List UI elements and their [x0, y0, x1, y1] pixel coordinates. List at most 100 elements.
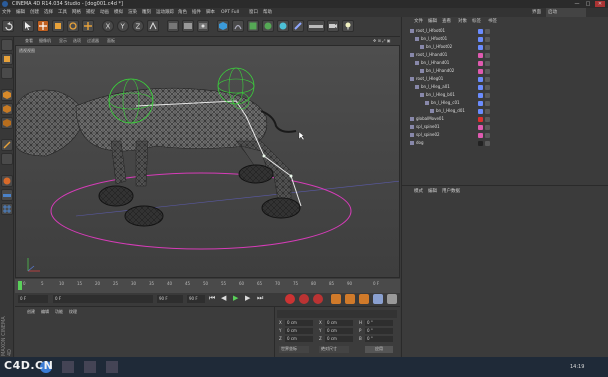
vp-menu-display[interactable]: 显示 [59, 37, 67, 45]
vp-menu-view[interactable]: 查看 [25, 37, 33, 45]
texture-mode-icon[interactable] [1, 67, 13, 79]
object-row[interactable]: spl_spine02 [406, 131, 606, 139]
workplane-icon[interactable] [1, 189, 13, 201]
object-row[interactable]: dog [406, 139, 606, 147]
vp-nav-icons[interactable]: ✥ ⊞ ⤢ ▣ [373, 37, 391, 45]
array-icon[interactable] [262, 20, 274, 32]
rotate-tool-icon[interactable] [67, 20, 79, 32]
mat-menu-texture[interactable]: 纹理 [69, 309, 77, 315]
step-forward-icon[interactable]: ▶ [245, 294, 250, 302]
transform-tool-icon[interactable] [82, 20, 94, 32]
rot-b-field[interactable]: 0 ° [365, 336, 393, 342]
light-icon[interactable] [342, 20, 354, 32]
object-row[interactable]: bn_l_Hleg_d01 [406, 107, 606, 115]
visibility-tag[interactable] [485, 84, 490, 90]
om-tab-file[interactable]: 文件 [414, 17, 423, 26]
om-tab-view[interactable]: 查看 [442, 17, 451, 26]
visibility-tag[interactable] [485, 28, 490, 34]
object-row[interactable]: spl_spine01 [406, 123, 606, 131]
object-row[interactable]: bn_l_Hleg_a01 [406, 83, 606, 91]
floor-icon[interactable] [307, 20, 325, 32]
vp-menu-cameras[interactable]: 摄像机 [39, 37, 51, 45]
object-row[interactable]: bn_l_Hhand02 [406, 67, 606, 75]
menu-select[interactable]: 选择 [44, 8, 53, 17]
playhead[interactable] [18, 281, 22, 290]
start-frame-field[interactable]: 0 F [53, 295, 153, 303]
key-position-icon[interactable] [331, 294, 341, 304]
step-back-icon[interactable]: ◀ [221, 294, 226, 302]
key-param-icon[interactable] [373, 294, 383, 304]
taskbar-app-icon[interactable] [106, 361, 118, 373]
visibility-tag[interactable] [485, 52, 490, 58]
menu-sculpt[interactable]: 雕刻 [142, 8, 151, 17]
record-icon[interactable] [285, 294, 295, 304]
visibility-tag[interactable] [485, 132, 490, 138]
menu-script[interactable]: 脚本 [206, 8, 215, 17]
visibility-tag[interactable] [485, 116, 490, 122]
object-row[interactable]: root_l_Hleg01 [406, 75, 606, 83]
object-row[interactable]: root_l_Hfoot01 [406, 27, 606, 35]
object-row[interactable]: bn_l_Hfoot01 [406, 35, 606, 43]
y-axis-lock-icon[interactable]: Y [117, 20, 129, 32]
rot-h-field[interactable]: 0 ° [365, 320, 393, 326]
close-button[interactable]: ✕ [595, 1, 605, 7]
undo-icon[interactable] [2, 20, 14, 32]
menu-snap[interactable]: 捕捉 [86, 8, 95, 17]
menu-motion-tracking[interactable]: 运动跟踪 [156, 8, 174, 17]
attr-tab-mode[interactable]: 模式 [414, 187, 423, 196]
max-frame-field[interactable]: 90 F [187, 295, 205, 303]
object-row[interactable]: root_l_Hhand01 [406, 51, 606, 59]
visibility-tag[interactable] [485, 140, 490, 146]
deformer-icon[interactable] [277, 20, 289, 32]
visibility-tag[interactable] [485, 60, 490, 66]
visibility-tag[interactable] [485, 108, 490, 114]
visibility-tag[interactable] [485, 100, 490, 106]
tweak-mode-icon[interactable] [1, 153, 13, 165]
menu-window[interactable]: 窗口 [249, 8, 258, 17]
x-axis-lock-icon[interactable]: X [102, 20, 114, 32]
menu-character[interactable]: 角色 [178, 8, 187, 17]
pos-z-field[interactable]: 0 cm [285, 336, 313, 342]
visibility-tag[interactable] [485, 68, 490, 74]
object-row[interactable]: bn_l_Hleg_b01 [406, 91, 606, 99]
scale-tool-icon[interactable] [52, 20, 64, 32]
size-mode-select[interactable]: 绝对尺寸 [319, 346, 349, 353]
rot-p-field[interactable]: 0 ° [365, 328, 393, 334]
apply-button[interactable]: 应用 [365, 346, 393, 353]
points-mode-icon[interactable] [1, 89, 13, 101]
taskbar-app-icon[interactable] [84, 361, 96, 373]
timeline-ruler[interactable]: 0 5 10 15 20 25 30 35 40 45 50 55 60 65 … [15, 279, 400, 293]
object-row[interactable]: bn_l_Hhand01 [406, 59, 606, 67]
menu-create[interactable]: 创建 [30, 8, 39, 17]
render-pv-icon[interactable] [182, 20, 194, 32]
edges-mode-icon[interactable] [1, 103, 13, 115]
live-selection-icon[interactable] [22, 20, 34, 32]
menu-simulate[interactable]: 模拟 [114, 8, 123, 17]
attr-tab-edit[interactable]: 编辑 [428, 187, 437, 196]
coord-mode-select[interactable]: 世界坐标 [279, 346, 309, 353]
size-z-field[interactable]: 0 cm [325, 336, 353, 342]
taskbar-app-icon[interactable] [62, 361, 74, 373]
cube-object-icon[interactable] [217, 20, 229, 32]
grid-icon[interactable] [1, 203, 13, 215]
om-tab-edit[interactable]: 编辑 [428, 17, 437, 26]
minimize-button[interactable]: — [572, 1, 582, 7]
visibility-tag[interactable] [485, 76, 490, 82]
end-frame-field[interactable]: 90 F [157, 295, 183, 303]
snap-icon[interactable] [1, 175, 13, 187]
key-scale-icon[interactable] [345, 294, 355, 304]
make-editable-icon[interactable] [1, 39, 13, 51]
om-tab-bookmarks[interactable]: 书签 [488, 17, 497, 26]
maximize-button[interactable]: □ [583, 1, 593, 7]
menu-plugins[interactable]: 插件 [192, 8, 201, 17]
om-tab-objects[interactable]: 对象 [458, 17, 467, 26]
mat-menu-function[interactable]: 功能 [55, 309, 63, 315]
menu-file[interactable]: 文件 [2, 8, 11, 17]
current-frame-field[interactable]: 0 F [18, 295, 48, 303]
world-coord-icon[interactable] [147, 20, 159, 32]
camera-icon[interactable] [327, 20, 339, 32]
menu-opt-full[interactable]: OPT Full [221, 8, 239, 17]
menu-help[interactable]: 帮助 [263, 8, 272, 17]
attr-tab-user-data[interactable]: 用户数据 [442, 187, 460, 196]
visibility-tag[interactable] [485, 92, 490, 98]
